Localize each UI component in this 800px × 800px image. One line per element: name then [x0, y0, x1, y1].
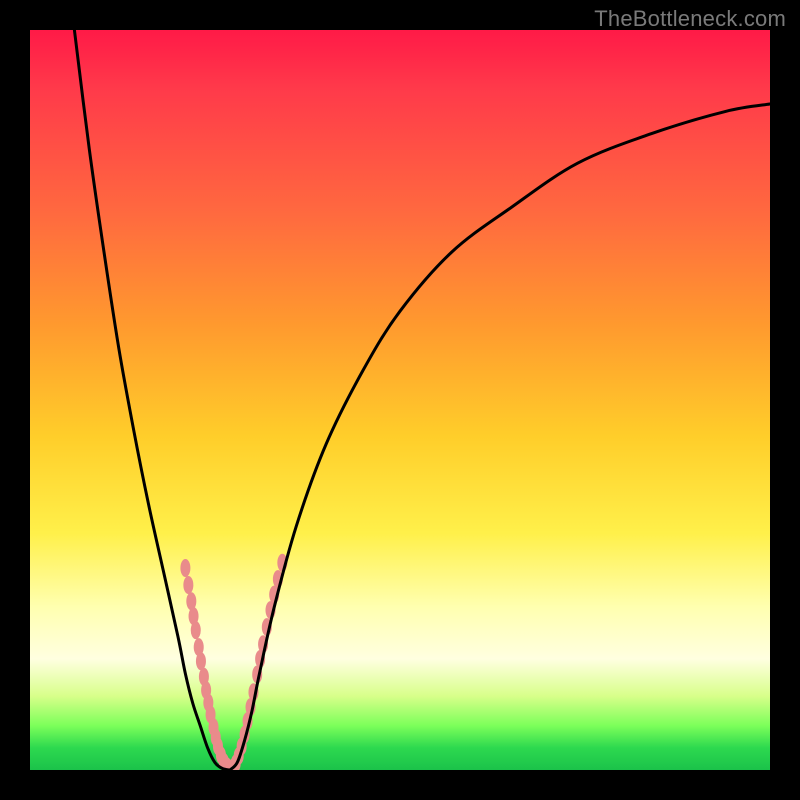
- data-marker: [255, 650, 265, 668]
- data-marker: [237, 737, 247, 755]
- watermark-text: TheBottleneck.com: [594, 6, 786, 32]
- chart-svg-layer: [30, 30, 770, 770]
- data-marker: [206, 706, 216, 724]
- data-markers: [180, 554, 287, 770]
- data-marker: [248, 683, 258, 701]
- chart-plot-area: [30, 30, 770, 770]
- data-marker: [231, 754, 241, 770]
- data-marker: [219, 753, 229, 770]
- data-marker: [240, 725, 250, 743]
- data-marker: [228, 759, 238, 770]
- data-marker: [213, 737, 223, 755]
- data-marker: [246, 698, 256, 716]
- data-marker: [201, 681, 211, 699]
- data-marker: [273, 570, 283, 588]
- data-marker: [199, 668, 209, 686]
- data-marker: [196, 652, 206, 670]
- data-marker: [252, 666, 262, 684]
- data-marker: [266, 601, 276, 619]
- data-marker: [269, 586, 279, 604]
- data-marker: [262, 618, 272, 636]
- data-marker: [186, 592, 196, 610]
- curve-right: [230, 104, 770, 770]
- curve-left: [74, 30, 229, 770]
- data-marker: [209, 718, 219, 736]
- data-marker: [234, 747, 244, 765]
- data-marker: [194, 638, 204, 656]
- data-marker: [222, 757, 232, 770]
- data-marker: [277, 554, 287, 572]
- chart-frame: TheBottleneck.com: [0, 0, 800, 800]
- data-marker: [180, 559, 190, 577]
- data-marker: [203, 694, 213, 712]
- data-marker: [258, 635, 268, 653]
- data-marker: [189, 607, 199, 625]
- data-marker: [225, 760, 235, 770]
- data-marker: [243, 712, 253, 730]
- data-marker: [216, 746, 226, 764]
- data-marker: [211, 728, 221, 746]
- data-marker: [191, 621, 201, 639]
- data-marker: [183, 576, 193, 594]
